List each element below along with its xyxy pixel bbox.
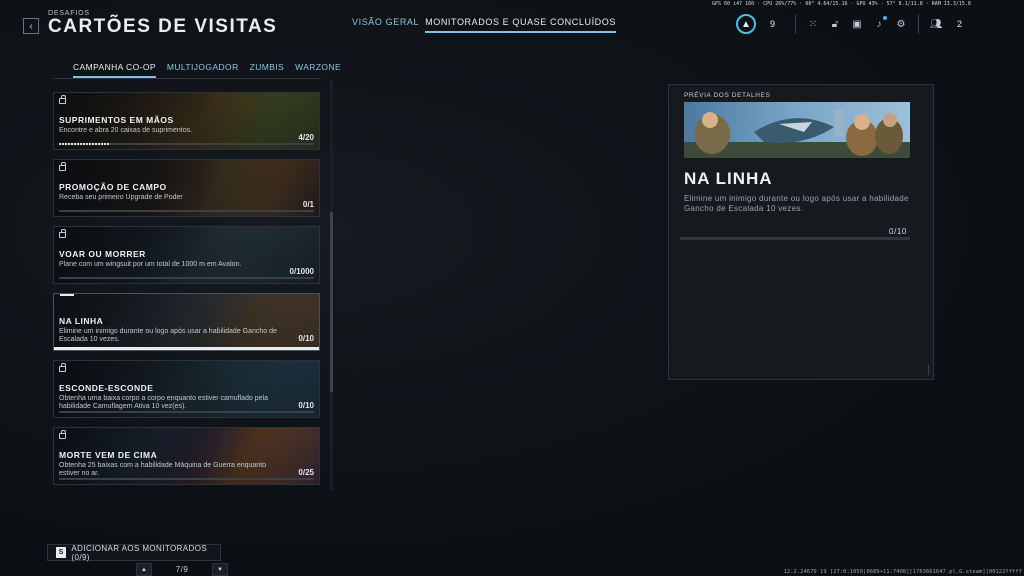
build-info: 12.2.24679 19 [27:0:1050|0689+11:7408][1… (783, 569, 1022, 575)
calling-card[interactable]: SUPRIMENTOS EM MÃOS Encontre e abra 20 c… (53, 92, 320, 150)
card-progress: 0/25 (298, 468, 314, 477)
page-up-button[interactable]: ▲ (136, 563, 152, 576)
lock-icon (59, 430, 66, 439)
card-progress: 0/1000 (289, 267, 314, 276)
card-title: NA LINHA (59, 316, 104, 326)
preview-illustration (684, 102, 910, 158)
card-description: Receba seu primeiro Upgrade de Poder (59, 194, 183, 201)
tab-multiplayer[interactable]: MULTIJOGADOR (167, 62, 239, 78)
back-button[interactable]: ‹ (23, 18, 39, 34)
chevron-up-icon: ▲ (141, 566, 147, 573)
progress-bar (59, 478, 314, 480)
card-title: VOAR OU MORRER (59, 249, 146, 259)
add-to-tracked-button[interactable]: S ADICIONAR AOS MONITORADOS (0/9) (47, 543, 221, 562)
lock-icon (59, 363, 66, 372)
category-tabs: CAMPANHA CO-OP MULTIJOGADOR ZUMBIS WARZO… (73, 62, 341, 78)
progress-bar (59, 411, 314, 413)
add-to-tracked-label: ADICIONAR AOS MONITORADOS (0/9) (71, 543, 208, 562)
pager: ▲ 7/9 ▼ (136, 563, 228, 576)
preview-title: NA LINHA (684, 169, 773, 188)
friends-count: 2 (957, 19, 963, 29)
rank-icon[interactable]: ▲ (736, 14, 756, 34)
lock-icon (59, 162, 66, 171)
card-title: SUPRIMENTOS EM MÃOS (59, 115, 174, 125)
selection-marker (60, 294, 74, 296)
selection-bar (54, 347, 319, 350)
page-indicator: 7/9 (175, 565, 189, 574)
preview-card-art (684, 102, 910, 158)
panel-corner-decoration (925, 365, 929, 375)
card-description: Elimine um inimigo durante ou logo após … (59, 328, 277, 343)
tab-tracked[interactable]: MONITORADOS E QUASE CONCLUÍDOS (425, 17, 616, 33)
tab-warzone[interactable]: WARZONE (295, 62, 341, 78)
calling-card[interactable]: MORTE VEM DE CIMA Obtenha 25 baixas com … (53, 427, 320, 485)
divider (795, 14, 797, 34)
card-progress: 0/10 (298, 334, 314, 343)
rank-value: 9 (770, 19, 776, 29)
progress-bar (59, 277, 314, 279)
progress-fill (59, 143, 110, 145)
bell-icon[interactable]: ♪ (868, 15, 890, 30)
notification-dot (883, 15, 888, 20)
card-progress: 0/1 (302, 200, 314, 209)
hud-bar: ▲ 9 ⁙ 🔓︎ ▣ ♪ ⚙ 👥︎ 2 (736, 14, 962, 34)
calling-card-selected[interactable]: NA LINHA Elimine um inimigo durante ou l… (53, 293, 320, 351)
scrollbar-thumb[interactable] (330, 212, 333, 392)
calling-card[interactable]: VOAR OU MORRER Plane com um wingsuit por… (53, 226, 320, 284)
preview-description: Elimine um inimigo durante ou logo após … (684, 194, 909, 213)
divider (918, 14, 920, 34)
performance-overlay: GPS 60 i47 160 · CPU 26%/77% · 60° 4.64/… (712, 1, 971, 7)
calling-card[interactable]: PROMOÇÃO DE CAMPO Receba seu primeiro Up… (53, 159, 320, 217)
card-title: ESCONDE-ESCONDE (59, 383, 154, 393)
progress-bar (59, 143, 314, 145)
tab-zombies[interactable]: ZUMBIS (250, 62, 285, 78)
chevron-left-icon: ‹ (29, 20, 33, 32)
calling-card[interactable]: ESCONDE-ESCONDE Obtenha uma baixa corpo … (53, 360, 320, 418)
lock-icon (59, 229, 66, 238)
lock-icon (59, 95, 66, 104)
card-description: Obtenha uma baixa corpo a corpo enquanto… (59, 395, 268, 410)
card-progress: 4/20 (298, 133, 314, 142)
card-progress: 0/10 (298, 401, 314, 410)
progress-bar (59, 210, 314, 212)
chevron-down-icon: ▼ (217, 566, 223, 573)
page-down-button[interactable]: ▼ (212, 563, 228, 576)
key-hint: S (56, 547, 67, 558)
divider (53, 78, 321, 79)
card-description: Plane com um wingsuit por um total de 10… (59, 261, 242, 268)
tab-campaign-coop[interactable]: CAMPANHA CO-OP (73, 62, 156, 78)
card-description: Encontre e abra 20 caixas de suprimentos… (59, 127, 193, 134)
preview-progress-bar (680, 237, 910, 240)
calling-card-list: SUPRIMENTOS EM MÃOS Encontre e abra 20 c… (53, 90, 321, 490)
preview-progress: 0/10 (889, 227, 907, 236)
camera-icon[interactable]: ▣ (846, 19, 868, 30)
friends-icon[interactable]: 👥︎ (925, 19, 947, 30)
details-preview-panel: PRÉVIA DOS DETALHES NA LINHA Elimine um … (668, 84, 934, 380)
card-title: MORTE VEM DE CIMA (59, 450, 158, 460)
card-description: Obtenha 25 baixas com a habilidade Máqui… (59, 462, 267, 477)
tab-overview[interactable]: VISÃO GERAL (352, 17, 419, 33)
top-tabs: VISÃO GERAL MONITORADOS E QUASE CONCLUÍD… (352, 17, 616, 33)
grid-icon[interactable]: ⁙ (802, 19, 824, 30)
preview-label: PRÉVIA DOS DETALHES (684, 92, 771, 99)
unlock-icon[interactable]: 🔓︎ (824, 19, 846, 30)
card-title: PROMOÇÃO DE CAMPO (59, 182, 167, 192)
page-title: CARTÕES DE VISITAS (48, 16, 278, 37)
gear-icon[interactable]: ⚙ (890, 19, 912, 30)
